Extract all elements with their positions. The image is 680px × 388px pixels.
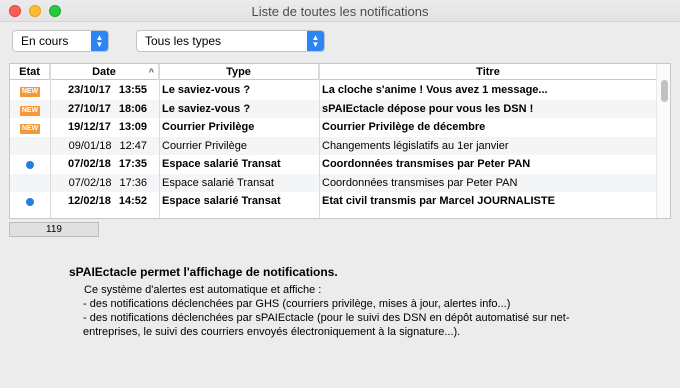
column-divider (50, 64, 51, 218)
column-divider (159, 64, 160, 218)
row-type: Espace salarié Transat (162, 158, 281, 170)
row-date: 23/10/17 13:55 (50, 81, 159, 99)
info-line: - des notifications déclenchées par GHS … (83, 298, 511, 310)
table-scrollbar[interactable] (656, 64, 670, 218)
sort-ascending-icon: ^ (148, 67, 154, 77)
row-title: sPAIEctacle dépose pour vous les DSN ! (322, 102, 534, 115)
row-date-day: 23/10/17 (68, 84, 111, 96)
status-filter-select[interactable]: En cours ▲ ▼ (12, 30, 109, 52)
row-status: NEW (10, 81, 50, 99)
notifications-window: Liste de toutes les notifications En cou… (0, 0, 680, 388)
column-header-date[interactable]: Date ^ (50, 64, 159, 80)
row-date-day: 12/02/18 (68, 195, 111, 207)
title-bar: Liste de toutes les notifications (0, 0, 680, 22)
notifications-table: Etat Date ^ Type Titre NEW 23/10/17 13:55 L… (9, 63, 671, 219)
table-row[interactable]: NEW 19/12/17 13:09 Courrier Privilège Courri… (10, 118, 657, 137)
table-row[interactable]: 12/02/18 14:52 Espace salarié Transat Etat … (10, 192, 657, 211)
notification-count: 119 (9, 222, 99, 237)
row-status (10, 174, 50, 192)
window-title: Liste de toutes les notifications (251, 4, 429, 19)
row-status: NEW (10, 100, 50, 118)
row-type: Espace salarié Transat (162, 176, 274, 189)
column-divider (319, 64, 320, 218)
table-header: Etat Date ^ Type Titre (10, 64, 657, 80)
row-status (10, 192, 50, 210)
column-header-etat[interactable]: Etat (10, 64, 50, 80)
row-date-time: 12:47 (119, 139, 147, 152)
row-type: Courrier Privilège (162, 121, 255, 133)
info-line: entreprises, le suivi des courriers envo… (83, 326, 461, 338)
new-badge-icon: NEW (20, 124, 40, 134)
row-date: 12/02/18 14:52 (50, 192, 159, 210)
row-title: Coordonnées transmises par Peter PAN (322, 158, 531, 170)
row-status (10, 155, 50, 173)
row-date: 09/01/18 12:47 (50, 137, 159, 155)
row-type: Le saviez-vous ? (162, 84, 251, 96)
row-type: Le saviez-vous ? (162, 102, 251, 115)
row-status: NEW (10, 118, 50, 136)
info-line: Ce système d'alertes est automatique et … (84, 284, 322, 296)
type-filter-value: Tous les types (145, 34, 222, 48)
row-date-time: 17:35 (118, 158, 147, 170)
row-date-time: 13:09 (118, 121, 147, 133)
table-row[interactable]: 07/02/18 17:36 Espace salarié Transat Coord… (10, 173, 657, 192)
row-title: Courrier Privilège de décembre (322, 121, 486, 133)
status-filter-value: En cours (21, 34, 69, 48)
unread-dot-icon (26, 161, 34, 169)
info-line: - des notifications déclenchées par sPAI… (83, 312, 570, 324)
row-date: 07/02/18 17:36 (50, 174, 159, 192)
chevron-updown-icon: ▲ ▼ (91, 31, 108, 51)
row-date-day: 27/10/17 (68, 102, 111, 115)
row-date-day: 07/02/18 (68, 176, 112, 189)
row-title: Etat civil transmis par Marcel JOURNALIS… (322, 195, 555, 207)
row-type: Espace salarié Transat (162, 195, 281, 207)
row-date: 07/02/18 17:35 (50, 155, 159, 173)
table-row[interactable]: NEW 23/10/17 13:55 Le saviez-vous ? La cloch… (10, 81, 657, 100)
row-date: 27/10/17 18:06 (50, 100, 159, 118)
row-title: Coordonnées transmises par Peter PAN (322, 176, 518, 189)
type-filter-select[interactable]: Tous les types ▲ ▼ (136, 30, 325, 52)
row-date-day: 07/02/18 (68, 158, 111, 170)
info-title: sPAIEctacle permet l'affichage de notifi… (69, 265, 338, 279)
row-status (10, 137, 50, 155)
new-badge-icon: NEW (20, 87, 40, 97)
row-date-time: 18:06 (118, 102, 147, 115)
table-row[interactable]: 09/01/18 12:47 Courrier Privilège Changemen… (10, 136, 657, 155)
row-date-day: 09/01/18 (68, 139, 112, 152)
new-badge-icon: NEW (20, 105, 40, 116)
row-date-time: 17:36 (119, 176, 147, 189)
row-date: 19/12/17 13:09 (50, 118, 159, 136)
table-row[interactable]: 07/02/18 17:35 Espace salarié Transat Coord… (10, 155, 657, 174)
column-header-type[interactable]: Type (159, 64, 319, 80)
row-type: Courrier Privilège (162, 139, 247, 152)
row-date-time: 13:55 (118, 84, 147, 96)
row-title: La cloche s'anime ! Vous avez 1 message.… (322, 84, 548, 96)
table-row[interactable]: NEW 27/10/17 18:06 Le saviez-vous ? sPAIEcta… (10, 99, 657, 118)
row-date-time: 14:52 (118, 195, 147, 207)
row-title: Changements législatifs au 1er janvier (322, 139, 509, 152)
chevron-updown-icon: ▲ ▼ (307, 31, 324, 51)
scrollbar-thumb[interactable] (661, 80, 668, 102)
column-header-date-label: Date (92, 66, 116, 78)
unread-dot-icon (26, 198, 34, 206)
row-date-day: 19/12/17 (68, 121, 111, 133)
column-header-titre[interactable]: Titre (319, 64, 657, 80)
